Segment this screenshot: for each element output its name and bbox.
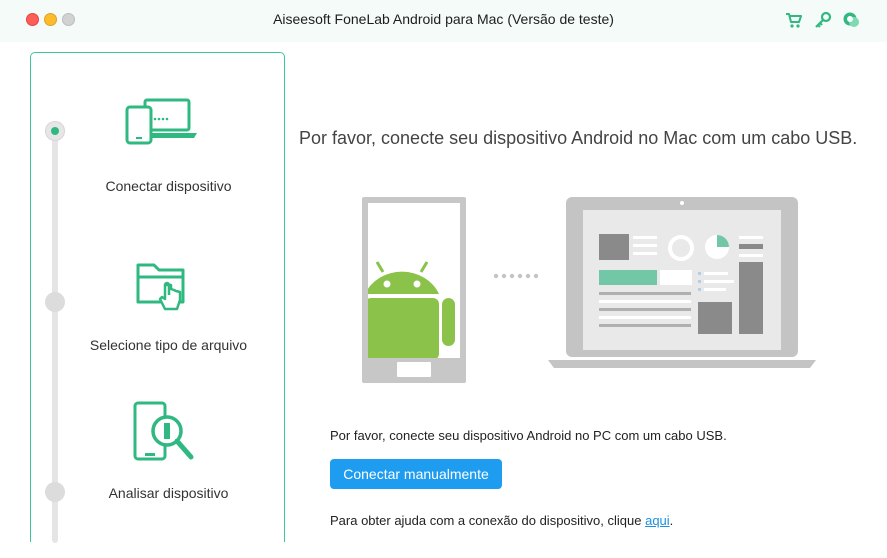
step-indicator-connect — [45, 121, 65, 141]
connect-device-icon — [125, 98, 197, 145]
laptop-icon — [548, 197, 816, 368]
connect-headline: Por favor, conecte seu dispositivo Andro… — [299, 128, 858, 148]
connection-dots-icon — [493, 273, 539, 279]
window-title: Aiseesoft FoneLab Android para Mac (Vers… — [273, 11, 614, 27]
step-label-connect: Conectar dispositivo — [105, 178, 232, 194]
connection-help-text: Para obter ajuda com a conexão do dispos… — [330, 513, 673, 528]
phone-icon — [362, 197, 466, 383]
step-label-select: Selecione tipo de arquivo — [89, 337, 248, 353]
connect-instruction: Por favor, conecte seu dispositivo Andro… — [330, 428, 727, 443]
key-icon[interactable] — [813, 10, 833, 30]
help-link[interactable]: aqui — [645, 513, 670, 528]
steps-sidebar: Conectar dispositivo Selecione tipo de a… — [30, 52, 285, 543]
scan-device-icon — [133, 401, 194, 461]
phone-laptop-illustration — [362, 197, 816, 383]
help-text-suffix: . — [669, 513, 674, 528]
step-indicator-select — [45, 292, 65, 312]
chat-support-icon[interactable] — [841, 10, 861, 30]
folder-select-icon — [136, 263, 185, 311]
help-text-prefix: Para obter ajuda com a conexão do dispos… — [330, 513, 646, 528]
step-label-analyze: Analisar dispositivo — [108, 485, 229, 501]
connect-manually-button[interactable]: Conectar manualmente — [330, 459, 502, 489]
cart-icon[interactable] — [784, 10, 804, 30]
title-bar: Aiseesoft FoneLab Android para Mac (Vers… — [0, 0, 887, 42]
